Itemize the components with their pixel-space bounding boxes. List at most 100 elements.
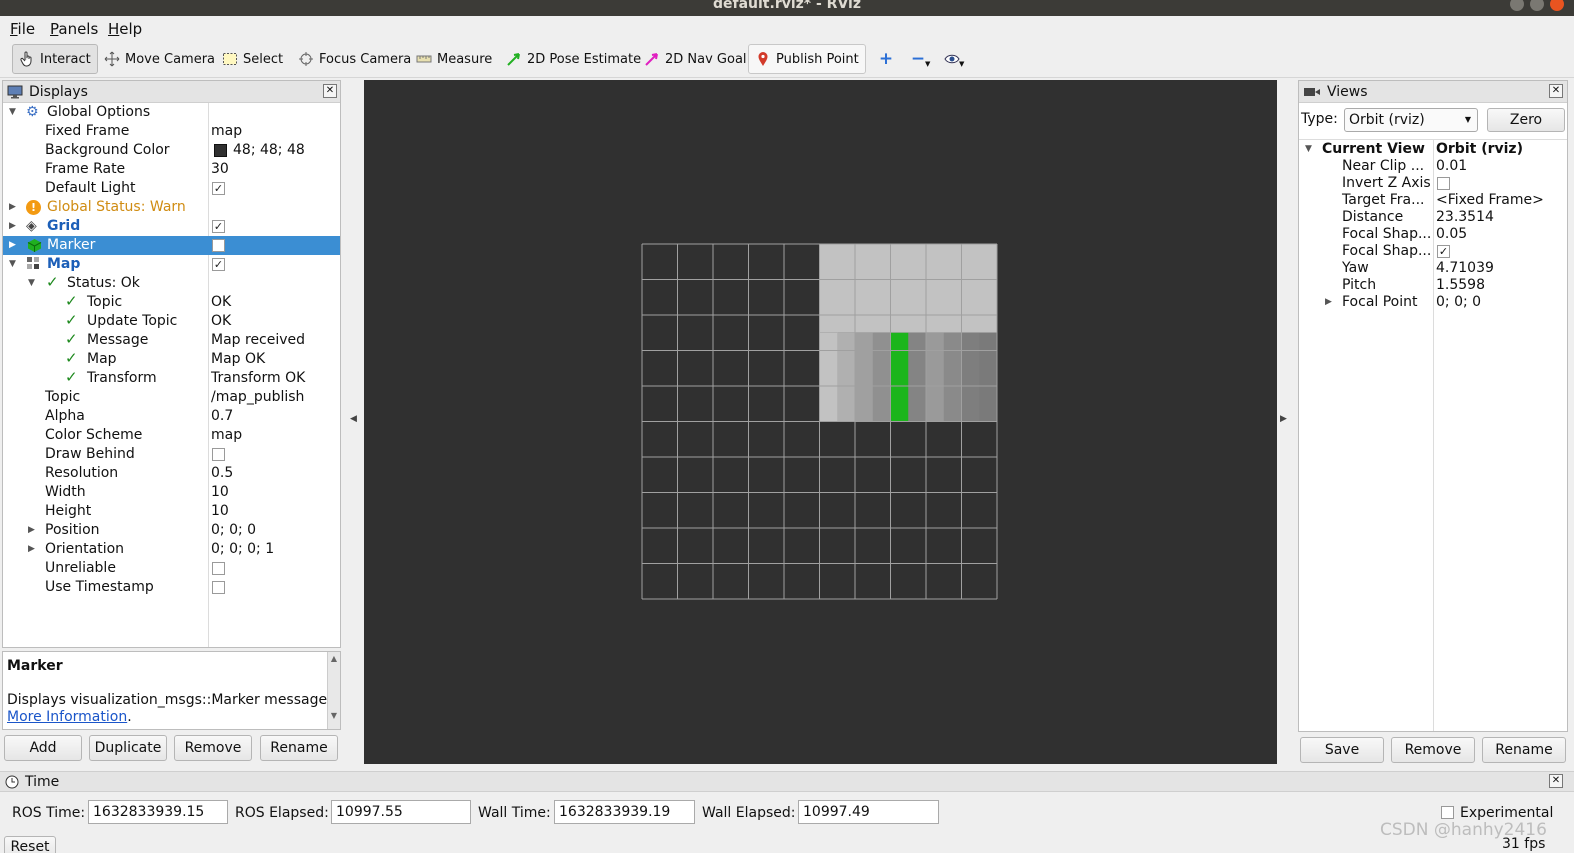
menu-panels[interactable]: Panels [50, 20, 98, 38]
collapse-arrow-icon[interactable]: ▶ [1325, 294, 1332, 311]
tree-row-use-timestamp[interactable]: Use Timestamp [3, 578, 340, 597]
topic-value[interactable]: /map_publish [211, 388, 304, 407]
tree-row-background-color[interactable]: Background Color 48; 48; 48 [3, 141, 340, 160]
tree-row-topic-status[interactable]: ✓ Topic OK [3, 292, 340, 312]
expand-arrow-icon[interactable]: ▼ [9, 255, 16, 274]
select-tool-button[interactable]: Select [216, 44, 289, 74]
tree-row-fixed-frame[interactable]: Fixed Frame map [3, 122, 340, 141]
tree-row-draw-behind[interactable]: Draw Behind [3, 445, 340, 464]
views-row-near-clip[interactable]: Near Clip ... 0.01 [1299, 158, 1567, 175]
map-checkbox[interactable]: ✓ [212, 258, 225, 271]
zero-button[interactable]: Zero [1487, 108, 1565, 132]
tree-row-color-scheme[interactable]: Color Scheme map [3, 426, 340, 445]
pitch-value[interactable]: 1.5598 [1436, 277, 1485, 294]
scene-canvas[interactable] [364, 80, 1277, 764]
yaw-value[interactable]: 4.71039 [1436, 260, 1494, 277]
views-row-invert-z[interactable]: Invert Z Axis [1299, 175, 1567, 192]
scroll-up-icon[interactable]: ▲ [328, 654, 340, 663]
save-view-button[interactable]: Save [1300, 737, 1384, 763]
views-row-focal-shape-fixed[interactable]: Focal Shap... ✓ [1299, 243, 1567, 260]
tree-row-transform[interactable]: ✓ Transform Transform OK [3, 368, 340, 388]
collapse-left-panel-icon[interactable]: ◀ [350, 414, 357, 424]
target-frame-value[interactable]: <Fixed Frame> [1436, 192, 1544, 209]
views-row-focal-shape-size[interactable]: Focal Shap... 0.05 [1299, 226, 1567, 243]
rename-view-button[interactable]: Rename [1482, 737, 1566, 763]
focal-shape-fixed-checkbox[interactable]: ✓ [1437, 245, 1450, 258]
expand-arrow-icon[interactable]: ▼ [28, 274, 35, 293]
more-information-link[interactable]: More Information [7, 709, 127, 725]
tree-row-grid[interactable]: ▶ ◈ Grid ✓ [3, 217, 340, 236]
tree-row-frame-rate[interactable]: Frame Rate 30 [3, 160, 340, 179]
unreliable-checkbox[interactable] [212, 562, 225, 575]
draw-behind-checkbox[interactable] [212, 448, 225, 461]
collapse-arrow-icon[interactable]: ▶ [9, 198, 16, 217]
measure-tool-button[interactable]: Measure [410, 44, 498, 74]
views-row-distance[interactable]: Distance 23.3514 [1299, 209, 1567, 226]
views-row-pitch[interactable]: Pitch 1.5598 [1299, 277, 1567, 294]
scroll-down-icon[interactable]: ▼ [328, 711, 340, 720]
expand-arrow-icon[interactable]: ▼ [9, 103, 16, 122]
near-clip-value[interactable]: 0.01 [1436, 158, 1467, 175]
grid-checkbox[interactable]: ✓ [212, 220, 225, 233]
tree-row-position[interactable]: ▶ Position 0; 0; 0 [3, 521, 340, 540]
add-button[interactable]: Add [4, 735, 82, 761]
ros-time-field[interactable]: 1632833939.15 [88, 800, 228, 824]
focal-point-value[interactable]: 0; 0; 0 [1436, 294, 1481, 311]
close-icon[interactable]: ✕ [1549, 774, 1563, 788]
tree-row-marker[interactable]: ▶ Marker [3, 236, 340, 255]
views-row-focal-point[interactable]: ▶ Focal Point 0; 0; 0 [1299, 294, 1567, 311]
tree-row-message[interactable]: ✓ Message Map received [3, 330, 340, 350]
tree-row-topic[interactable]: Topic /map_publish [3, 388, 340, 407]
use-timestamp-checkbox[interactable] [212, 581, 225, 594]
collapse-arrow-icon[interactable]: ▶ [28, 540, 35, 559]
tree-row-alpha[interactable]: Alpha 0.7 [3, 407, 340, 426]
tree-row-global-options[interactable]: ▼ ⚙ Global Options [3, 103, 340, 122]
remove-tool-button[interactable]: − ▼ [904, 44, 936, 74]
tree-row-update-topic[interactable]: ✓ Update Topic OK [3, 311, 340, 331]
expand-arrow-icon[interactable]: ▼ [1305, 141, 1312, 158]
color-swatch[interactable] [214, 144, 227, 157]
ros-elapsed-field[interactable]: 10997.55 [331, 800, 471, 824]
collapse-arrow-icon[interactable]: ▶ [9, 236, 16, 255]
close-icon[interactable]: ✕ [1549, 84, 1563, 98]
tree-row-unreliable[interactable]: Unreliable [3, 559, 340, 578]
frame-rate-value[interactable]: 30 [211, 160, 229, 179]
move-camera-tool-button[interactable]: Move Camera [98, 44, 221, 74]
description-scrollbar[interactable]: ▲ ▼ [327, 652, 340, 729]
add-tool-button[interactable]: + [872, 44, 900, 74]
views-row-current-view[interactable]: ▼ Current View Orbit (rviz) [1299, 141, 1567, 158]
distance-value[interactable]: 23.3514 [1436, 209, 1494, 226]
tree-row-orientation[interactable]: ▶ Orientation 0; 0; 0; 1 [3, 540, 340, 559]
interact-tool-button[interactable]: Interact [12, 44, 98, 74]
render-viewport[interactable] [364, 80, 1277, 764]
fixed-frame-value[interactable]: map [211, 122, 242, 141]
tree-row-status-ok[interactable]: ▼ ✓ Status: Ok [3, 273, 340, 293]
remove-view-button[interactable]: Remove [1391, 737, 1475, 763]
marker-checkbox[interactable] [212, 239, 225, 252]
collapse-arrow-icon[interactable]: ▶ [9, 217, 16, 236]
experimental-checkbox[interactable] [1441, 806, 1454, 819]
rename-display-button[interactable]: Rename [260, 735, 338, 761]
collapse-arrow-icon[interactable]: ▶ [28, 521, 35, 540]
focal-shape-size-value[interactable]: 0.05 [1436, 226, 1467, 243]
color-scheme-value[interactable]: map [211, 426, 242, 445]
wall-elapsed-field[interactable]: 10997.49 [798, 800, 939, 824]
view-type-select[interactable]: Orbit (rviz) ▼ [1344, 108, 1478, 132]
menu-help[interactable]: Help [108, 20, 142, 38]
views-row-yaw[interactable]: Yaw 4.71039 [1299, 260, 1567, 277]
invert-z-checkbox[interactable] [1437, 177, 1450, 190]
close-icon[interactable]: ✕ [323, 84, 337, 98]
tool-properties-button[interactable]: ▼ [938, 44, 970, 74]
default-light-checkbox[interactable]: ✓ [212, 182, 225, 195]
focus-camera-tool-button[interactable]: Focus Camera [292, 44, 417, 74]
views-row-target-frame[interactable]: Target Fra... <Fixed Frame> [1299, 192, 1567, 209]
tree-row-global-status[interactable]: ▶ ! Global Status: Warn [3, 198, 340, 217]
wall-time-field[interactable]: 1632833939.19 [554, 800, 695, 824]
pose-estimate-tool-button[interactable]: 2D Pose Estimate [500, 44, 647, 74]
tree-row-width[interactable]: Width 10 [3, 483, 340, 502]
tree-row-default-light[interactable]: Default Light ✓ [3, 179, 340, 198]
alpha-value[interactable]: 0.7 [211, 407, 233, 426]
tree-row-height[interactable]: Height 10 [3, 502, 340, 521]
remove-display-button[interactable]: Remove [174, 735, 252, 761]
nav-goal-tool-button[interactable]: 2D Nav Goal [638, 44, 753, 74]
